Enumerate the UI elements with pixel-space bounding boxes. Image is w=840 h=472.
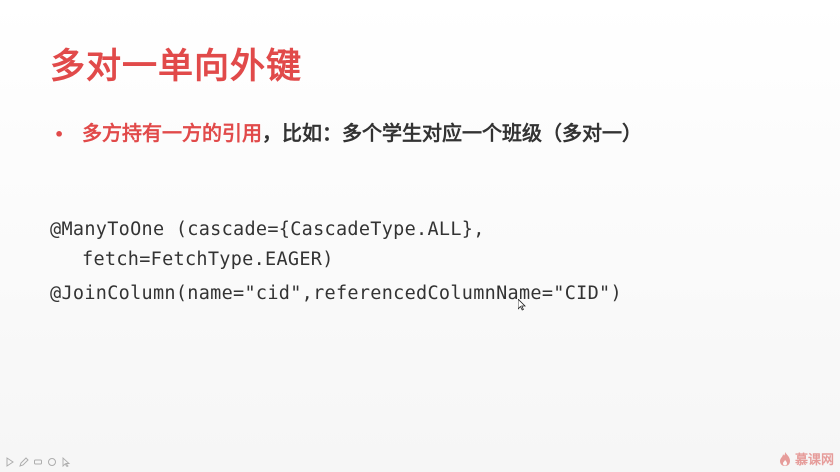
- mouse-cursor-icon: [518, 299, 526, 311]
- bullet-highlight: 多方持有一方的引用: [82, 121, 262, 145]
- slide-toolbar: [4, 456, 71, 467]
- pen-icon[interactable]: [18, 456, 29, 467]
- bullet-item: • 多方持有一方的引用 ，比如：多个学生对应一个班级（多对一）: [54, 117, 642, 146]
- code-line-fetch: fetch=FetchType.EAGER): [82, 249, 334, 270]
- bullet-dot-icon: •: [54, 125, 65, 144]
- flame-icon: [779, 451, 790, 466]
- code-line-annotation-manytoone: @ManyToOne (cascade={CascadeType.ALL},: [50, 219, 485, 240]
- watermark-logo: 慕课网: [778, 449, 834, 468]
- slide-canvas: 多对一单向外键 • 多方持有一方的引用 ，比如：多个学生对应一个班级（多对一） …: [0, 0, 840, 472]
- eraser-icon[interactable]: [32, 456, 43, 467]
- bullet-text: ，比如：多个学生对应一个班级（多对一）: [262, 121, 642, 145]
- annotate-icon[interactable]: [46, 456, 57, 467]
- watermark-text: 慕课网: [794, 453, 834, 468]
- slide-title: 多对一单向外键: [50, 47, 303, 87]
- pointer-icon[interactable]: [60, 456, 71, 467]
- play-icon[interactable]: [4, 456, 15, 467]
- code-line-joincolumn: @JoinColumn(name="cid",referencedColumnN…: [50, 283, 622, 304]
- top-bar: [0, 0, 840, 12]
